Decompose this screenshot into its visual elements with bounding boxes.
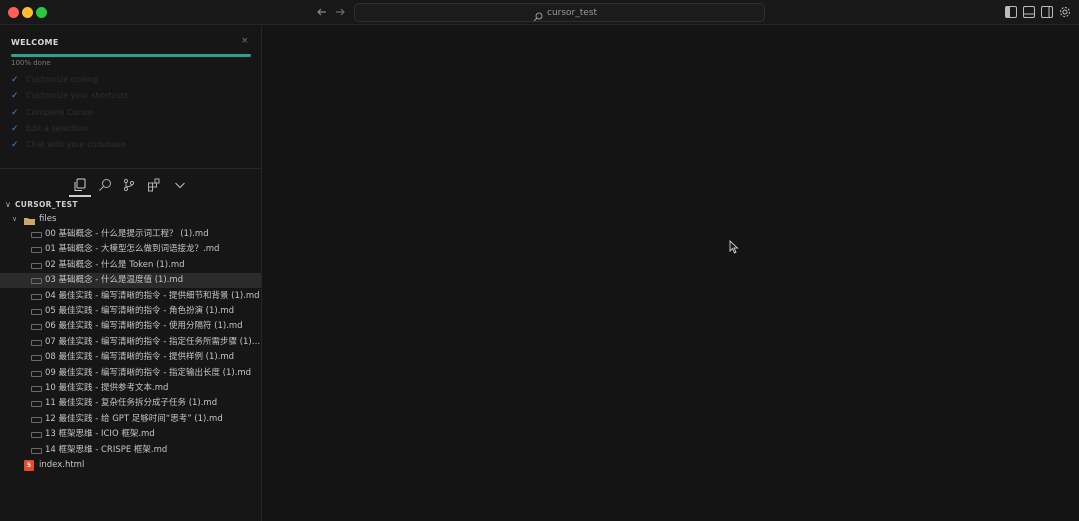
workspace-name: CURSOR_TEST — [15, 200, 78, 209]
welcome-progress-bar — [11, 54, 251, 57]
maximize-window-button[interactable] — [36, 7, 47, 18]
file-label: 01 基础概念 - 大模型怎么做到词语接龙？.md — [45, 244, 220, 254]
tree-file-row[interactable]: 00 基础概念 - 什么是提示词工程？ (1).md — [0, 227, 261, 242]
tree-file-row[interactable]: 12 最佳实践 - 给 GPT 足够时间“思考” (1).md — [0, 412, 261, 427]
file-label: 14 框架思维 - CRISPE 框架.md — [45, 445, 168, 455]
welcome-close-button[interactable]: × — [241, 36, 249, 46]
markdown-file-icon — [31, 294, 42, 300]
welcome-task[interactable]: ✓ Customize coding — [11, 73, 97, 87]
explorer-icon[interactable] — [73, 177, 87, 191]
activity-bar — [0, 169, 261, 199]
editor-area[interactable] — [262, 26, 1079, 521]
tree-file-row[interactable]: 03 基础概念 - 什么是温度值 (1).md — [0, 273, 261, 288]
checkmark-icon: ✓ — [11, 124, 19, 134]
file-label: 11 最佳实践 - 复杂任务拆分成子任务 (1).md — [45, 398, 218, 408]
search-icon[interactable] — [98, 177, 112, 191]
markdown-file-icon — [31, 401, 42, 407]
file-label: 12 最佳实践 - 给 GPT 足够时间“思考” (1).md — [45, 414, 223, 424]
tree-file-row[interactable]: 05 最佳实践 - 编写清晰的指令 - 角色扮演 (1).md — [0, 304, 261, 319]
tree-file-row[interactable]: 01 基础概念 - 大模型怎么做到词语接龙？.md — [0, 242, 261, 257]
file-label: 10 最佳实践 - 提供参考文本.md — [45, 383, 169, 393]
toggle-primary-sidebar-icon[interactable] — [1005, 6, 1017, 18]
markdown-file-icon — [31, 417, 42, 423]
chevron-down-icon[interactable] — [173, 177, 187, 191]
checkmark-icon: ✓ — [11, 75, 19, 85]
markdown-file-icon — [31, 355, 42, 361]
tree-file-row[interactable]: 07 最佳实践 - 编写清晰的指令 - 指定任务所需步骤 (1).md — [0, 335, 261, 350]
tree-file-row[interactable]: 06 最佳实践 - 编写清晰的指令 - 使用分隔符 (1).md — [0, 319, 261, 334]
welcome-task[interactable]: ✓ Chat with your codebase — [11, 138, 126, 152]
markdown-file-icon — [31, 324, 42, 330]
tree-file-row[interactable]: 14 框架思维 - CRISPE 框架.md — [0, 443, 261, 458]
progress-label: 100% done — [11, 59, 51, 67]
folder-icon — [24, 216, 35, 225]
tree-file-row[interactable]: 13 框架思维 - ICIO 框架.md — [0, 427, 261, 442]
back-arrow-icon[interactable] — [314, 4, 330, 20]
welcome-task[interactable]: ✓ Edit a selection — [11, 122, 87, 136]
tree-file-row[interactable]: 08 最佳实践 - 编写清晰的指令 - 提供样例 (1).md — [0, 350, 261, 365]
markdown-file-icon — [31, 309, 42, 315]
tree-file-row[interactable]: 10 最佳实践 - 提供参考文本.md — [0, 381, 261, 396]
tree-file-row[interactable]: 02 基础概念 - 什么是 Token (1).md — [0, 258, 261, 273]
minimize-window-button[interactable] — [22, 7, 33, 18]
html-file-icon: 5 — [24, 460, 34, 471]
sidebar: WELCOME × 100% done ✓ Customize coding ✓ C… — [0, 26, 262, 521]
mouse-pointer-icon — [729, 239, 739, 258]
explorer-workspace-header[interactable]: ∨ CURSOR_TEST — [0, 199, 261, 211]
search-icon — [533, 7, 543, 22]
welcome-task[interactable]: ✓ Complete Cursor — [11, 106, 93, 120]
file-label: 08 最佳实践 - 编写清晰的指令 - 提供样例 (1).md — [45, 352, 235, 362]
tree-file-index-html[interactable]: 5 index.html — [0, 458, 261, 473]
markdown-file-icon — [31, 278, 42, 284]
file-label: index.html — [39, 460, 85, 470]
settings-gear-icon[interactable] — [1059, 6, 1071, 18]
welcome-title: WELCOME — [11, 38, 59, 47]
markdown-file-icon — [31, 448, 42, 454]
tree-folder-files[interactable]: ∨ files — [0, 212, 261, 227]
checkmark-icon: ✓ — [11, 91, 19, 101]
chevron-down-icon: ∨ — [12, 215, 18, 223]
file-label: 04 最佳实践 - 编写清晰的指令 - 提供细节和背景 (1).md — [45, 291, 260, 301]
file-label: 02 基础概念 - 什么是 Token (1).md — [45, 260, 185, 270]
tree-file-row[interactable]: 11 最佳实践 - 复杂任务拆分成子任务 (1).md — [0, 396, 261, 411]
file-label: 09 最佳实践 - 编写清晰的指令 - 指定输出长度 (1).md — [45, 368, 252, 378]
markdown-file-icon — [31, 247, 42, 253]
welcome-panel: WELCOME × 100% done ✓ Customize coding ✓ C… — [0, 26, 261, 169]
markdown-file-icon — [31, 232, 42, 238]
tree-file-row[interactable]: 09 最佳实践 - 编写清晰的指令 - 指定输出长度 (1).md — [0, 366, 261, 381]
markdown-file-icon — [31, 340, 42, 346]
markdown-file-icon — [31, 263, 42, 269]
active-view-indicator — [69, 195, 91, 197]
checkmark-icon: ✓ — [11, 108, 19, 118]
tree-file-row[interactable]: 04 最佳实践 - 编写清晰的指令 - 提供细节和背景 (1).md — [0, 289, 261, 304]
checkmark-icon: ✓ — [11, 140, 19, 150]
toggle-panel-icon[interactable] — [1023, 6, 1035, 18]
command-center-label: cursor_test — [547, 8, 598, 18]
welcome-task[interactable]: ✓ Customize your shortcuts — [11, 89, 128, 103]
folder-label: files — [39, 214, 57, 224]
file-label: 05 最佳实践 - 编写清晰的指令 - 角色扮演 (1).md — [45, 306, 235, 316]
extensions-icon[interactable] — [147, 177, 161, 192]
toggle-secondary-sidebar-icon[interactable] — [1041, 6, 1053, 18]
forward-arrow-icon[interactable] — [332, 4, 348, 20]
markdown-file-icon — [31, 386, 42, 392]
chevron-down-icon: ∨ — [5, 200, 11, 209]
file-label: 00 基础概念 - 什么是提示词工程？ (1).md — [45, 229, 209, 239]
welcome-progress-fill — [11, 54, 251, 57]
title-bar: cursor_test — [0, 0, 1079, 25]
file-label: 13 框架思维 - ICIO 框架.md — [45, 429, 155, 439]
file-label: 06 最佳实践 - 编写清晰的指令 - 使用分隔符 (1).md — [45, 321, 243, 331]
markdown-file-icon — [31, 432, 42, 438]
file-label: 07 最佳实践 - 编写清晰的指令 - 指定任务所需步骤 (1).md — [45, 337, 261, 347]
markdown-file-icon — [31, 371, 42, 377]
source-control-icon[interactable] — [122, 177, 136, 192]
command-center[interactable]: cursor_test — [354, 3, 765, 22]
file-label: 03 基础概念 - 什么是温度值 (1).md — [45, 275, 184, 285]
close-window-button[interactable] — [8, 7, 19, 18]
